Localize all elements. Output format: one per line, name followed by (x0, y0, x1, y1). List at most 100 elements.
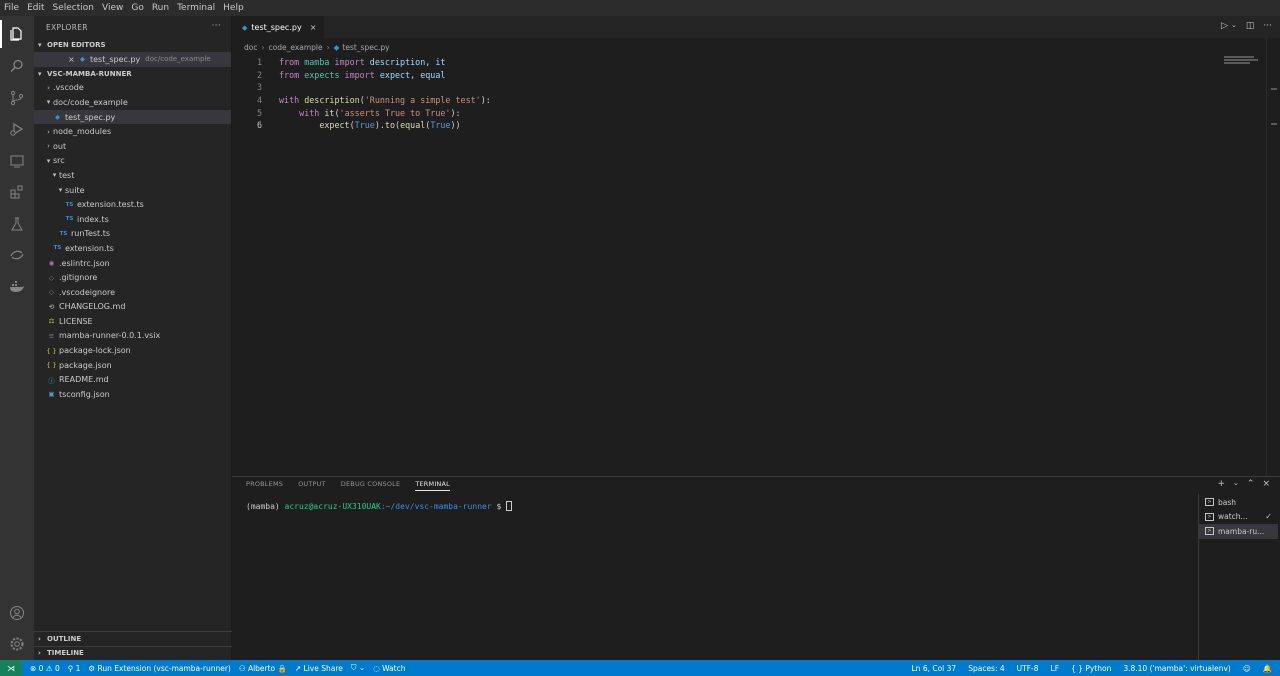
timeline-header[interactable]: › TIMELINE (34, 645, 232, 661)
file-item[interactable]: ⓘ README.md (34, 372, 231, 387)
cursor-position[interactable]: Ln 6, Col 37 (912, 664, 957, 673)
tree-item-label: tsconfig.json (59, 389, 110, 399)
minimap[interactable] (1224, 56, 1262, 66)
dropdown-icon[interactable]: ⌄ (1231, 21, 1237, 31)
live-share-icon[interactable] (7, 245, 27, 265)
terminal-instance[interactable]: > watch... ✓ (1199, 510, 1278, 525)
folder-item[interactable]: › .vscode (34, 81, 231, 96)
close-panel-icon[interactable]: × (1262, 479, 1270, 489)
source-control-icon[interactable] (7, 88, 27, 108)
folder-item[interactable]: ▾ src (34, 154, 231, 169)
shield-status-icon[interactable]: ⛉ ⌄ (351, 663, 365, 673)
file-item[interactable]: ▣ tsconfig.json (34, 387, 231, 402)
notifications-icon[interactable]: 🔔 (1263, 664, 1272, 673)
tab-label: test_spec.py (251, 23, 302, 32)
tree-item-label: doc/code_example (53, 97, 128, 107)
remote-indicator-icon[interactable]: ⋊ (0, 660, 22, 676)
file-item[interactable]: ◉ .eslintrc.json (34, 256, 231, 271)
live-share-status[interactable]: ↗ Live Share (295, 664, 343, 673)
ports-status[interactable]: ⚲ 1 (68, 664, 81, 673)
file-item[interactable]: ⟲ CHANGELOG.md (34, 300, 231, 315)
tab-terminal[interactable]: TERMINAL (415, 480, 450, 491)
more-actions-icon[interactable]: ··· (1263, 21, 1272, 31)
search-icon[interactable] (7, 56, 27, 76)
file-tree: › .vscode ▾ doc/code_example ◆ test_spec.py › n… (34, 81, 231, 402)
code-editor[interactable]: 1 from mamba import description, it 2 from … (232, 56, 1280, 132)
end-of-line[interactable]: LF (1051, 664, 1060, 673)
folder-item[interactable]: ▾ doc/code_example (34, 95, 231, 110)
outline-header[interactable]: › OUTLINE (34, 631, 232, 646)
menu-go[interactable]: Go (131, 3, 143, 13)
extensions-icon[interactable] (7, 182, 27, 202)
explorer-icon[interactable] (0, 20, 27, 48)
account-status[interactable]: ⚇ Alberto 🔒 (239, 664, 287, 673)
sidebar-bottom-sections: › OUTLINE › TIMELINE (34, 631, 232, 660)
split-editor-icon[interactable]: ◫ (1246, 21, 1255, 31)
open-editor-item[interactable]: × ◆ test_spec.py doc/code_example (34, 52, 231, 67)
warning-count: 0 (54, 663, 60, 673)
breadcrumb-doc[interactable]: doc (244, 43, 257, 52)
account-icon[interactable] (7, 603, 27, 623)
problems-status[interactable]: ⊗ 0 ⚠ 0 (30, 664, 60, 673)
feedback-icon[interactable]: ☺ (1243, 664, 1251, 673)
menu-terminal[interactable]: Terminal (177, 3, 215, 13)
menu-selection[interactable]: Selection (53, 3, 94, 13)
file-item[interactable]: TS extension.test.ts (34, 197, 231, 212)
terminal-dropdown-icon[interactable]: ⌄ (1233, 479, 1239, 489)
menu-run[interactable]: Run (152, 3, 169, 13)
project-header[interactable]: ▾ VSC-MAMBA-RUNNER (34, 67, 231, 81)
python-interpreter[interactable]: 3.8.10 ('mamba': virtualenv) (1123, 664, 1230, 673)
breadcrumb-file[interactable]: test_spec.py (342, 43, 389, 52)
folder-item[interactable]: ▾ suite (34, 183, 231, 198)
line-number: 1 (256, 57, 262, 68)
chevron-down-icon: ▾ (38, 69, 42, 78)
file-item[interactable]: TS extension.ts (34, 241, 231, 256)
file-item[interactable]: ◇ .vscodeignore (34, 285, 231, 300)
chevron-right-icon: › (261, 42, 265, 52)
file-item[interactable]: ◇ .gitignore (34, 270, 231, 285)
maximize-panel-icon[interactable]: ⌃ (1247, 479, 1255, 489)
debug-run-status[interactable]: ⚙ Run Extension (vsc-mamba-runner) (88, 664, 230, 673)
folder-item[interactable]: ▾ test (34, 168, 231, 183)
terminal-instance[interactable]: > mamba-ru... (1199, 524, 1278, 539)
menu-view[interactable]: View (102, 3, 123, 13)
indentation[interactable]: Spaces: 4 (968, 664, 1004, 673)
tab-test-spec[interactable]: ◆ test_spec.py × (232, 16, 325, 38)
typescript-file-icon: TS (53, 245, 62, 252)
manage-gear-icon[interactable] (7, 634, 27, 654)
tree-item-label: .eslintrc.json (59, 258, 110, 268)
new-terminal-icon[interactable]: + (1217, 479, 1225, 489)
file-item[interactable]: { } package-lock.json (34, 343, 231, 358)
docker-icon[interactable] (7, 277, 27, 297)
editor-scrollbar[interactable] (1266, 38, 1280, 476)
testing-icon[interactable] (7, 214, 27, 234)
file-item[interactable]: TS runTest.ts (34, 227, 231, 242)
remote-explorer-icon[interactable] (7, 151, 27, 171)
menu-file[interactable]: File (4, 3, 19, 13)
more-actions-icon[interactable]: ··· (212, 21, 221, 31)
file-item[interactable]: { } package.json (34, 358, 231, 373)
terminal-instance[interactable]: > bash (1199, 495, 1278, 510)
terminal-output[interactable]: (mamba) acruz@acruz-UX310UAK:~/dev/vsc-m… (246, 501, 513, 511)
watch-status[interactable]: ◌ Watch (373, 664, 405, 673)
file-item[interactable]: ◆ test_spec.py (34, 109, 231, 125)
run-debug-icon[interactable] (7, 119, 27, 139)
close-tab-icon[interactable]: × (310, 23, 317, 32)
menu-help[interactable]: Help (223, 3, 244, 13)
close-icon[interactable]: × (68, 55, 77, 64)
menu-edit[interactable]: Edit (27, 3, 44, 13)
language-mode[interactable]: { } Python (1071, 664, 1111, 673)
breadcrumb-code-example[interactable]: code_example (268, 43, 322, 52)
folder-item[interactable]: › out (34, 139, 231, 154)
folder-item[interactable]: › node_modules (34, 124, 231, 139)
open-editors-header[interactable]: ▾ OPEN EDITORS (34, 38, 231, 52)
file-item[interactable]: TS index.ts (34, 212, 231, 227)
file-item[interactable]: ⚖ LICENSE (34, 314, 231, 329)
tab-problems[interactable]: PROBLEMS (246, 480, 283, 490)
encoding[interactable]: UTF-8 (1017, 664, 1039, 673)
tab-debug-console[interactable]: DEBUG CONSOLE (341, 480, 401, 490)
file-item[interactable]: ≡ mamba-runner-0.0.1.vsix (34, 329, 231, 344)
run-python-file-icon[interactable]: ▷ (1221, 21, 1228, 31)
line-number: 5 (256, 107, 262, 118)
tab-output[interactable]: OUTPUT (298, 480, 326, 490)
